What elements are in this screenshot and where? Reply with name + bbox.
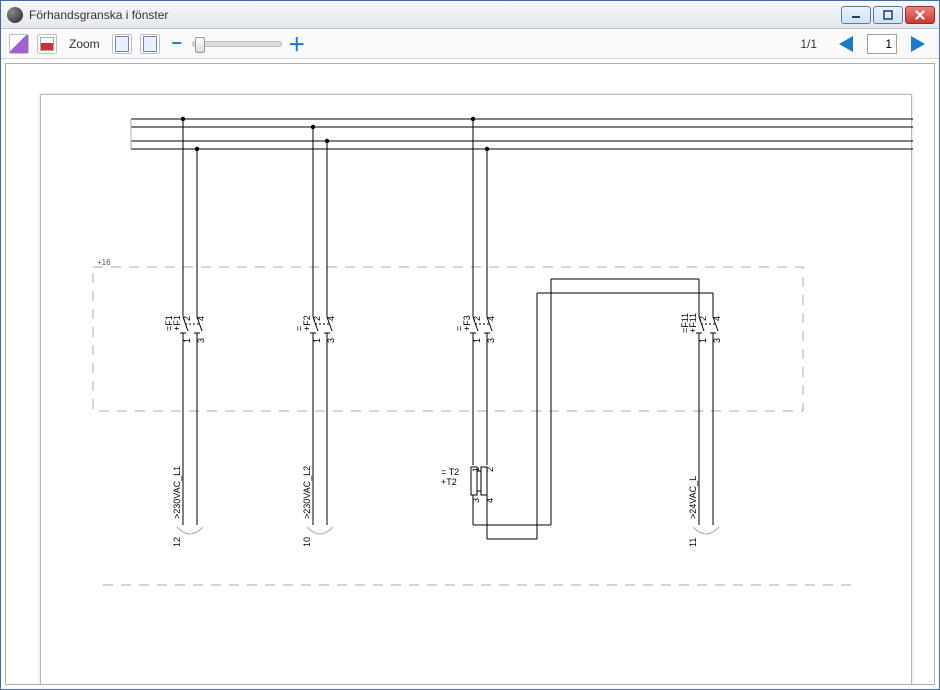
svg-text:+F3: +F3 [462,315,472,331]
zoom-controls: − ＋ [168,35,306,53]
frame-label: +16 [97,258,111,267]
group-frame: +16 [93,258,803,411]
svg-text:11: 11 [688,538,698,547]
toolbar: Zoom − ＋ 1/1 [1,29,939,59]
svg-text:2: 2 [485,467,495,472]
svg-text:1: 1 [471,467,481,472]
app-icon [7,7,23,23]
zoom-slider[interactable] [192,41,282,47]
svg-text:+F11: +F11 [688,313,698,333]
edit-icon[interactable] [9,34,29,54]
preview-canvas[interactable]: +16 =F1 +F1 2 1 4 3 [5,63,935,685]
svg-text:>230VAC_L2: >230VAC_L2 [302,466,312,519]
schematic-drawing: +16 =F1 +F1 2 1 4 3 [41,95,913,685]
svg-text:+F1: +F1 [172,315,182,331]
zoom-label: Zoom [69,37,100,51]
page-number-input[interactable] [867,34,897,54]
svg-text:2: 2 [182,316,192,321]
zoom-in-button[interactable]: ＋ [288,35,306,53]
zoom-out-button[interactable]: − [168,35,186,53]
next-page-button[interactable] [905,33,931,55]
column-1: =F1 +F1 2 1 4 3 >230VAC_L1 12 [164,117,206,547]
column-2: = +F2 2 1 4 3 >230VAC_L2 10 [294,125,336,547]
page-indicator: 1/1 [800,37,817,51]
svg-text:4: 4 [196,316,206,321]
svg-text:4: 4 [486,316,496,321]
prev-page-button[interactable] [833,33,859,55]
svg-text:12: 12 [172,537,182,547]
arrow-left-icon [839,36,853,52]
zoom-slider-thumb[interactable] [195,37,205,53]
svg-text:4: 4 [326,316,336,321]
pdf-export-icon[interactable] [37,34,57,54]
svg-text:>24VAC_L: >24VAC_L [688,476,698,519]
svg-text:+T2: +T2 [441,477,457,487]
svg-text:2: 2 [698,316,708,321]
print-icon[interactable] [140,34,160,54]
column-4: =F11 +F11 2 1 4 3 >24VAC_L 11 [680,309,722,547]
preview-page: +16 =F1 +F1 2 1 4 3 [40,94,912,685]
svg-text:>230VAC_L1: >230VAC_L1 [172,466,182,519]
svg-text:+F2: +F2 [302,315,312,331]
close-button[interactable] [905,6,935,24]
svg-text:2: 2 [472,316,482,321]
svg-text:4: 4 [712,316,722,321]
svg-text:10: 10 [302,537,312,547]
arrow-right-icon [911,36,925,52]
bus-rails [131,119,913,149]
svg-text:2: 2 [312,316,322,321]
svg-text:= T2: = T2 [441,467,459,477]
window-title: Förhandsgranska i fönster [29,8,841,22]
minimize-button[interactable] [841,6,871,24]
page-view-icon[interactable] [112,34,132,54]
maximize-button[interactable] [873,6,903,24]
window-buttons [841,6,935,24]
column-3: = +F3 2 1 4 3 = T2 +T2 1 2 3 4 [441,117,713,539]
titlebar: Förhandsgranska i fönster [1,1,939,29]
